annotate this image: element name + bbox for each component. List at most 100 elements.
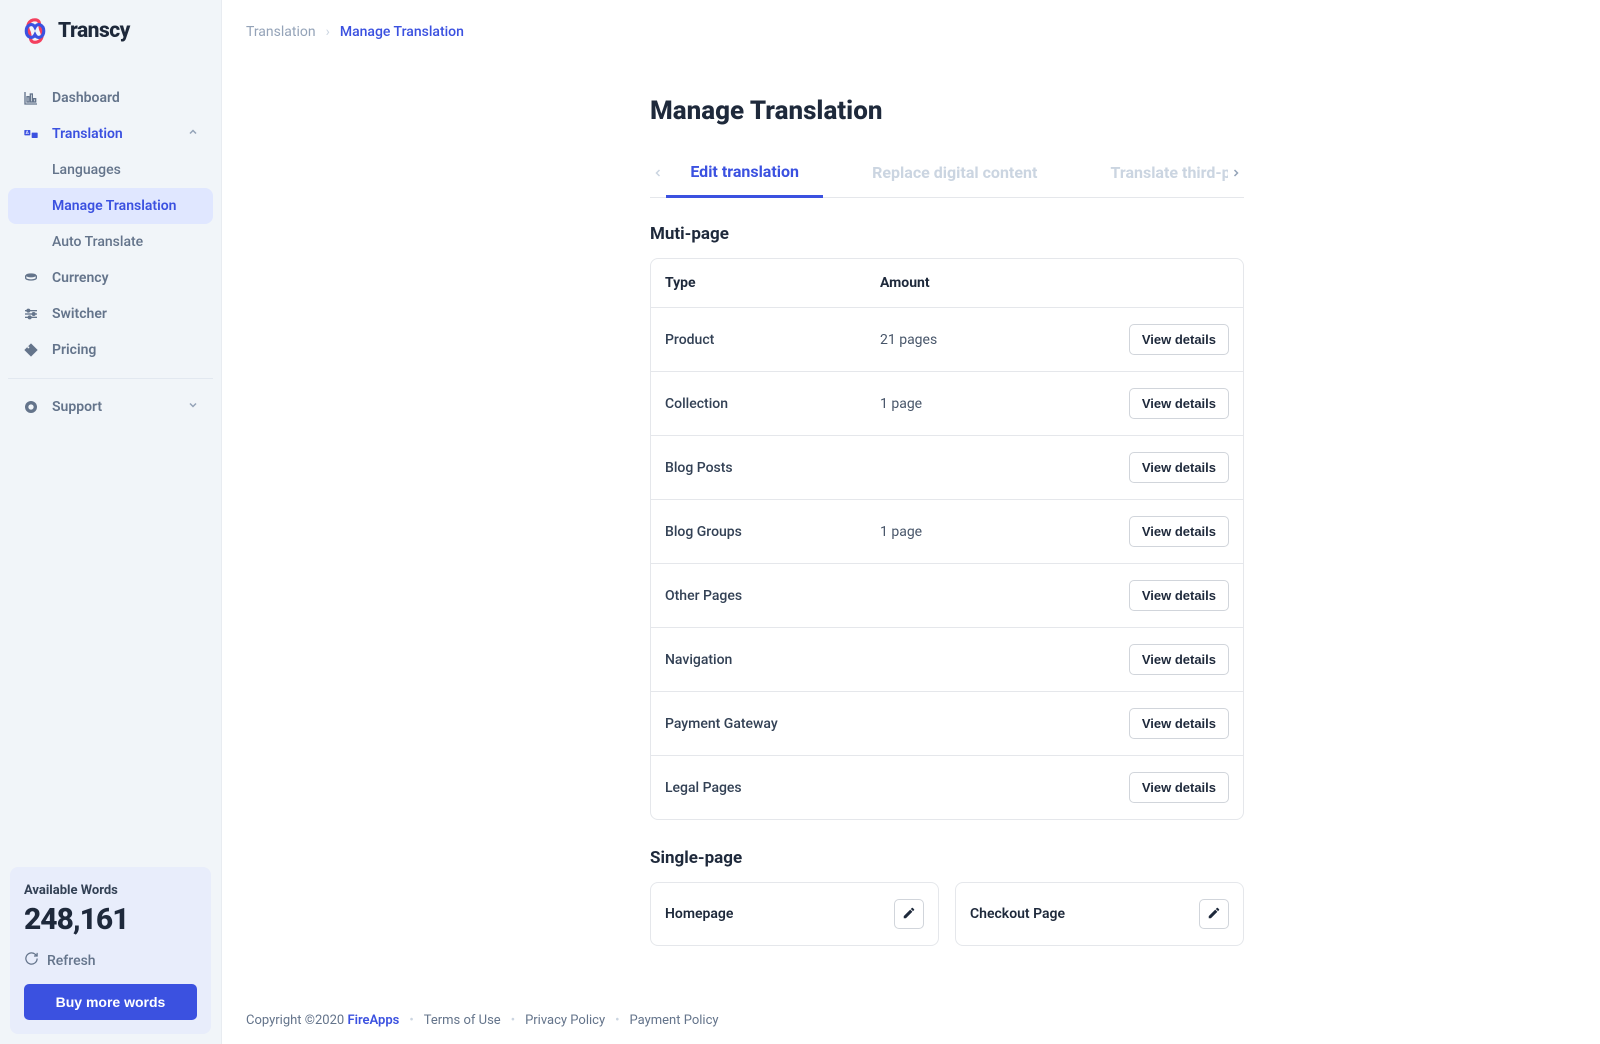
footer: Copyright ©2020 FireApps • Terms of Use …: [246, 997, 1576, 1044]
sidebar: Transcy Dashboard A Translation Language…: [0, 0, 222, 1044]
words-title: Available Words: [24, 883, 197, 898]
nav-label: Translation: [52, 126, 123, 142]
divider: [8, 378, 213, 379]
nav-sub-languages[interactable]: Languages: [8, 152, 213, 188]
tab-edit-translation[interactable]: Edit translation: [666, 150, 823, 198]
tab-replace-digital-content[interactable]: Replace digital content: [848, 151, 1061, 196]
refresh-icon: [24, 951, 39, 970]
single-page-row: Homepage Checkout Page: [650, 882, 1244, 946]
nav-dashboard[interactable]: Dashboard: [8, 80, 213, 116]
footer-terms-link[interactable]: Terms of Use: [424, 1013, 501, 1028]
multi-page-table: Type Amount Product 21 pages View detail…: [650, 258, 1244, 820]
view-details-button[interactable]: View details: [1129, 644, 1229, 675]
view-details-button[interactable]: View details: [1129, 580, 1229, 611]
language-icon: A: [22, 126, 40, 142]
single-card-checkout: Checkout Page: [955, 882, 1244, 946]
pencil-icon: [902, 906, 916, 923]
available-words-card: Available Words 248,161 Refresh Buy more…: [10, 867, 211, 1034]
row-type: Legal Pages: [665, 780, 880, 796]
nav-label: Switcher: [52, 306, 107, 322]
breadcrumb-item-active[interactable]: Manage Translation: [340, 24, 464, 40]
nav-translation[interactable]: A Translation: [8, 116, 213, 152]
words-count: 248,161: [24, 902, 197, 937]
logo-text: Transcy: [58, 19, 130, 43]
single-page-heading: Single-page: [650, 848, 1600, 868]
page-title: Manage Translation: [650, 96, 1600, 126]
chevron-up-icon: [187, 126, 199, 142]
nav-sub-auto-translate[interactable]: Auto Translate: [8, 224, 213, 260]
tab-translate-third-party[interactable]: Translate third-party: [1086, 151, 1227, 196]
tab-bar: Edit translation Replace digital content…: [650, 150, 1244, 198]
nav-label: Support: [52, 399, 102, 415]
nav-label: Currency: [52, 270, 109, 286]
logo[interactable]: Transcy: [0, 12, 221, 66]
view-details-button[interactable]: View details: [1129, 452, 1229, 483]
single-card-label: Homepage: [665, 906, 733, 922]
col-type: Type: [665, 275, 880, 291]
refresh-label: Refresh: [47, 953, 96, 969]
tabs-scroll-right[interactable]: [1228, 164, 1244, 183]
chart-icon: [22, 90, 40, 106]
tabs-scroll-left[interactable]: [650, 164, 666, 183]
nav-list: Dashboard A Translation Languages Manage…: [0, 74, 221, 431]
nav-label: Pricing: [52, 342, 96, 358]
table-row: Blog Posts View details: [651, 436, 1243, 500]
content: Manage Translation Edit translation Repl…: [650, 50, 1600, 946]
row-amount: 1 page: [880, 396, 1099, 412]
nav-support[interactable]: Support: [8, 389, 213, 425]
buy-more-words-button[interactable]: Buy more words: [24, 984, 197, 1020]
footer-copyright: Copyright ©2020 FireApps: [246, 1013, 399, 1028]
nav-pricing[interactable]: Pricing: [8, 332, 213, 368]
coins-icon: [22, 270, 40, 286]
nav-currency[interactable]: Currency: [8, 260, 213, 296]
col-amount: Amount: [880, 275, 1099, 291]
footer-fireapps-link[interactable]: FireApps: [347, 1013, 399, 1028]
view-details-button[interactable]: View details: [1129, 708, 1229, 739]
edit-button[interactable]: [1199, 899, 1229, 929]
row-type: Collection: [665, 396, 880, 412]
row-type: Other Pages: [665, 588, 880, 604]
nav-sub-manage-translation[interactable]: Manage Translation: [8, 188, 213, 224]
nav-sub-label: Manage Translation: [52, 198, 176, 214]
table-row: Blog Groups 1 page View details: [651, 500, 1243, 564]
edit-button[interactable]: [894, 899, 924, 929]
view-details-button[interactable]: View details: [1129, 324, 1229, 355]
view-details-button[interactable]: View details: [1129, 388, 1229, 419]
table-head: Type Amount: [651, 259, 1243, 308]
tag-icon: [22, 342, 40, 358]
nav-sub-label: Auto Translate: [52, 234, 143, 250]
single-card-homepage: Homepage: [650, 882, 939, 946]
multi-page-heading: Muti-page: [650, 224, 1600, 244]
dot-separator: •: [511, 1013, 515, 1028]
chevron-down-icon: [187, 399, 199, 415]
table-row: Product 21 pages View details: [651, 308, 1243, 372]
table-row: Payment Gateway View details: [651, 692, 1243, 756]
sliders-icon: [22, 306, 40, 322]
refresh-button[interactable]: Refresh: [24, 951, 197, 970]
footer-privacy-link[interactable]: Privacy Policy: [525, 1013, 605, 1028]
nav-sub-label: Languages: [52, 162, 121, 178]
view-details-button[interactable]: View details: [1129, 772, 1229, 803]
nav-label: Dashboard: [52, 90, 120, 106]
chevron-right-icon: ›: [326, 24, 330, 40]
table-row: Other Pages View details: [651, 564, 1243, 628]
breadcrumb-item[interactable]: Translation: [246, 24, 316, 40]
pencil-icon: [1207, 906, 1221, 923]
single-card-label: Checkout Page: [970, 906, 1065, 922]
table-row: Collection 1 page View details: [651, 372, 1243, 436]
lifebuoy-icon: [22, 399, 40, 415]
row-type: Product: [665, 332, 880, 348]
main: Translation › Manage Translation Manage …: [222, 0, 1600, 1044]
dot-separator: •: [615, 1013, 619, 1028]
logo-icon: [20, 16, 50, 46]
table-row: Navigation View details: [651, 628, 1243, 692]
dot-separator: •: [409, 1013, 413, 1028]
row-amount: 21 pages: [880, 332, 1099, 348]
breadcrumb: Translation › Manage Translation: [246, 0, 1576, 50]
footer-payment-link[interactable]: Payment Policy: [630, 1013, 719, 1028]
row-type: Payment Gateway: [665, 716, 880, 732]
row-amount: 1 page: [880, 524, 1099, 540]
row-type: Navigation: [665, 652, 880, 668]
view-details-button[interactable]: View details: [1129, 516, 1229, 547]
nav-switcher[interactable]: Switcher: [8, 296, 213, 332]
